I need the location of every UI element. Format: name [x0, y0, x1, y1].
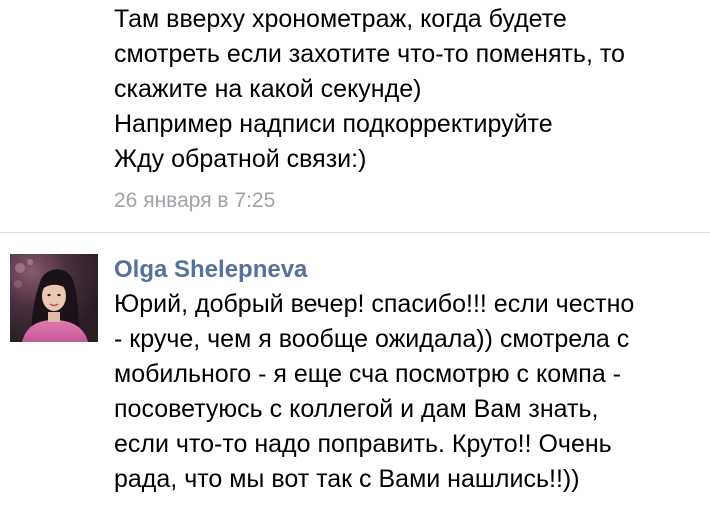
user-photo-icon — [10, 254, 98, 342]
message-line: скажите на какой секунде) — [114, 75, 422, 103]
message-text: Там вверху хронометраж, когда будете смо… — [114, 2, 625, 177]
message-line: рада, что мы вот так с Вами нашлись!!)) — [114, 465, 580, 493]
message-olga: Olga Shelepneva Юрий, добрый вечер! спас… — [0, 233, 710, 507]
message-line: Например надписи подкорректируйте — [114, 110, 553, 138]
message-line: Юрий, добрый вечер! спасибо!!! если чест… — [114, 290, 635, 318]
message-line: мобильного - я еще сча посмотрю с компа … — [114, 360, 622, 388]
message-line: Там вверху хронометраж, когда будете — [114, 5, 567, 33]
avatar[interactable] — [10, 254, 98, 342]
message-line: - круче, чем я вообще ожидала)) смотрела… — [114, 325, 630, 353]
message-line: посоветуюсь с коллегой и дам Вам знать, — [114, 395, 599, 423]
message-line: смотреть если захотите что-то поменять, … — [114, 40, 625, 68]
message-line: Жду обратной связи:) — [114, 145, 367, 173]
message-line: если что-то надо поправить. Круто!! Очен… — [114, 430, 612, 458]
message-text: Юрий, добрый вечер! спасибо!!! если чест… — [114, 287, 634, 497]
author-name[interactable]: Olga Shelepneva — [114, 255, 307, 285]
message-timestamp[interactable]: 26 января в 7:25 — [114, 187, 275, 215]
message-previous: Там вверху хронометраж, когда будете смо… — [0, 0, 710, 232]
